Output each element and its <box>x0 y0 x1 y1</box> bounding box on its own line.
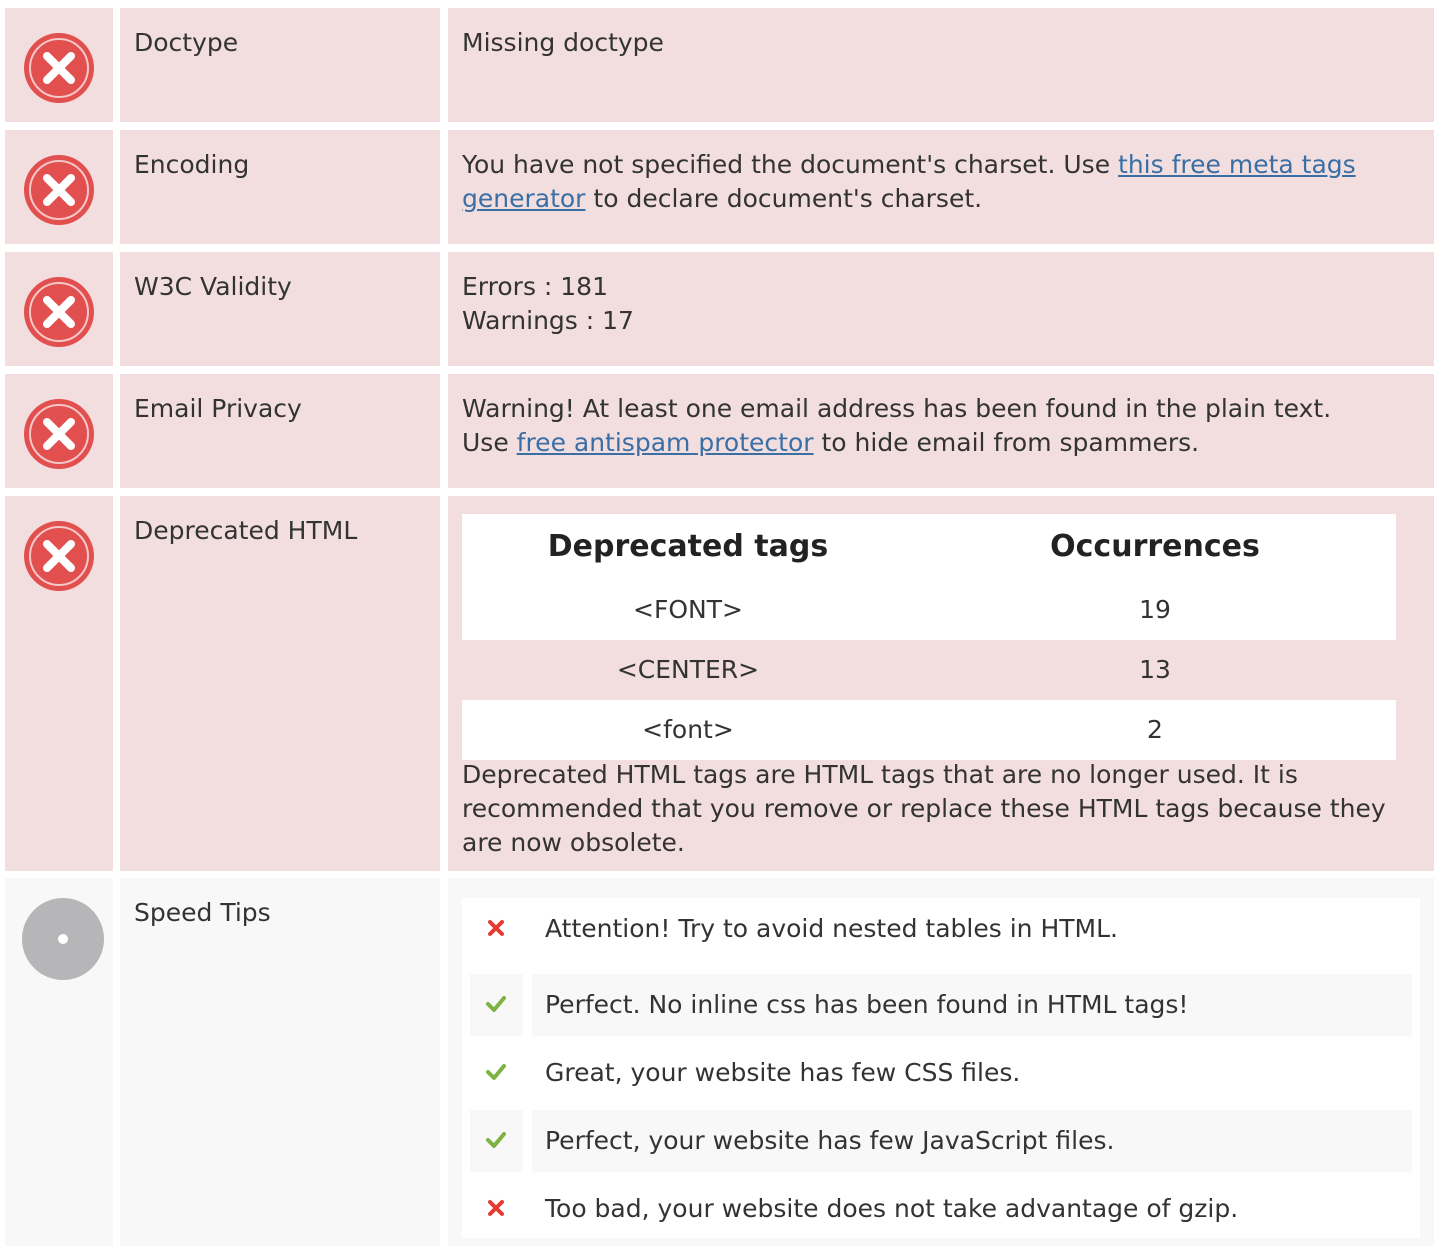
row-email-privacy: Email Privacy Warning! At least one emai… <box>0 374 1442 488</box>
encoding-text-before: You have not specified the document's ch… <box>462 150 1119 179</box>
check-icon <box>486 996 506 1012</box>
row-speed-tips: Speed Tips Attention! Try to avoid neste… <box>0 878 1442 1246</box>
count-cell: 19 <box>1139 595 1171 624</box>
row-w3c-validity: W3C Validity Errors : 181 Warnings : 17 <box>0 252 1442 366</box>
error-icon <box>24 277 94 347</box>
list-item: Perfect, your website has few JavaScript… <box>462 1110 1420 1172</box>
check-icon <box>486 1064 506 1080</box>
tip-text: Too bad, your website does not take adva… <box>545 1194 1239 1223</box>
tip-text: Attention! Try to avoid nested tables in… <box>545 914 1118 943</box>
seo-report: Doctype Missing doctype Encoding You hav… <box>0 0 1442 1246</box>
row-value: Deprecated tags Occurrences <FONT> 19 <C… <box>448 496 1434 871</box>
row-encoding: Encoding You have not specified the docu… <box>0 130 1442 244</box>
cross-icon <box>488 920 504 936</box>
table-row: <FONT> 19 <box>462 580 1396 640</box>
row-label: Speed Tips <box>120 878 440 1246</box>
row-value: Warning! At least one email address has … <box>448 374 1434 488</box>
email-text-after: to hide email from spammers. <box>813 428 1200 457</box>
speed-tips-list: Attention! Try to avoid nested tables in… <box>462 898 1420 1238</box>
list-item: Attention! Try to avoid nested tables in… <box>462 898 1420 960</box>
error-icon <box>24 155 94 225</box>
row-deprecated-html: Deprecated HTML Deprecated tags Occurren… <box>0 496 1442 871</box>
row-label: Deprecated HTML <box>120 496 440 871</box>
status-cell <box>5 878 113 1246</box>
table-row: <font> 2 <box>462 700 1396 760</box>
error-icon <box>24 521 94 591</box>
column-header-occurrences: Occurrences <box>1050 529 1260 564</box>
status-cell <box>5 8 113 122</box>
status-cell <box>5 130 113 244</box>
antispam-protector-link[interactable]: free antispam protector <box>517 428 814 457</box>
check-icon <box>486 1132 506 1148</box>
tag-cell: <font> <box>642 715 734 744</box>
row-value: Missing doctype <box>448 8 1434 122</box>
table-header: Deprecated tags Occurrences <box>462 514 1396 580</box>
errors-count: Errors : 181 <box>462 272 608 301</box>
deprecated-note: Deprecated HTML tags are HTML tags that … <box>462 760 1386 857</box>
row-value: Attention! Try to avoid nested tables in… <box>448 878 1434 1246</box>
error-icon <box>24 33 94 103</box>
row-label: Encoding <box>120 130 440 244</box>
list-item: Too bad, your website does not take adva… <box>462 1178 1420 1240</box>
list-item: Perfect. No inline css has been found in… <box>462 974 1420 1036</box>
deprecated-tags-table: Deprecated tags Occurrences <FONT> 19 <C… <box>462 514 1396 760</box>
row-label: W3C Validity <box>120 252 440 366</box>
list-item: Great, your website has few CSS files. <box>462 1042 1420 1104</box>
neutral-status-icon <box>22 898 104 980</box>
count-cell: 2 <box>1147 715 1163 744</box>
warnings-count: Warnings : 17 <box>462 306 634 335</box>
tag-cell: <CENTER> <box>616 655 760 684</box>
count-cell: 13 <box>1139 655 1171 684</box>
row-label: Email Privacy <box>120 374 440 488</box>
status-cell <box>5 374 113 488</box>
table-row: <CENTER> 13 <box>462 640 1396 700</box>
row-label: Doctype <box>120 8 440 122</box>
column-header-tags: Deprecated tags <box>547 529 829 564</box>
status-cell <box>5 496 113 871</box>
tip-text: Perfect, your website has few JavaScript… <box>532 1110 1412 1172</box>
cross-icon <box>488 1200 504 1216</box>
error-icon <box>24 399 94 469</box>
row-value: You have not specified the document's ch… <box>448 130 1434 244</box>
status-cell <box>5 252 113 366</box>
encoding-text-after: to declare document's charset. <box>585 184 983 213</box>
email-text-before: Use <box>462 428 517 457</box>
email-warning: Warning! At least one email address has … <box>462 394 1332 423</box>
tip-text: Great, your website has few CSS files. <box>545 1058 1021 1087</box>
tag-cell: <FONT> <box>633 595 743 624</box>
tip-text: Perfect. No inline css has been found in… <box>532 974 1412 1036</box>
row-value: Errors : 181 Warnings : 17 <box>448 252 1434 366</box>
row-doctype: Doctype Missing doctype <box>0 8 1442 122</box>
